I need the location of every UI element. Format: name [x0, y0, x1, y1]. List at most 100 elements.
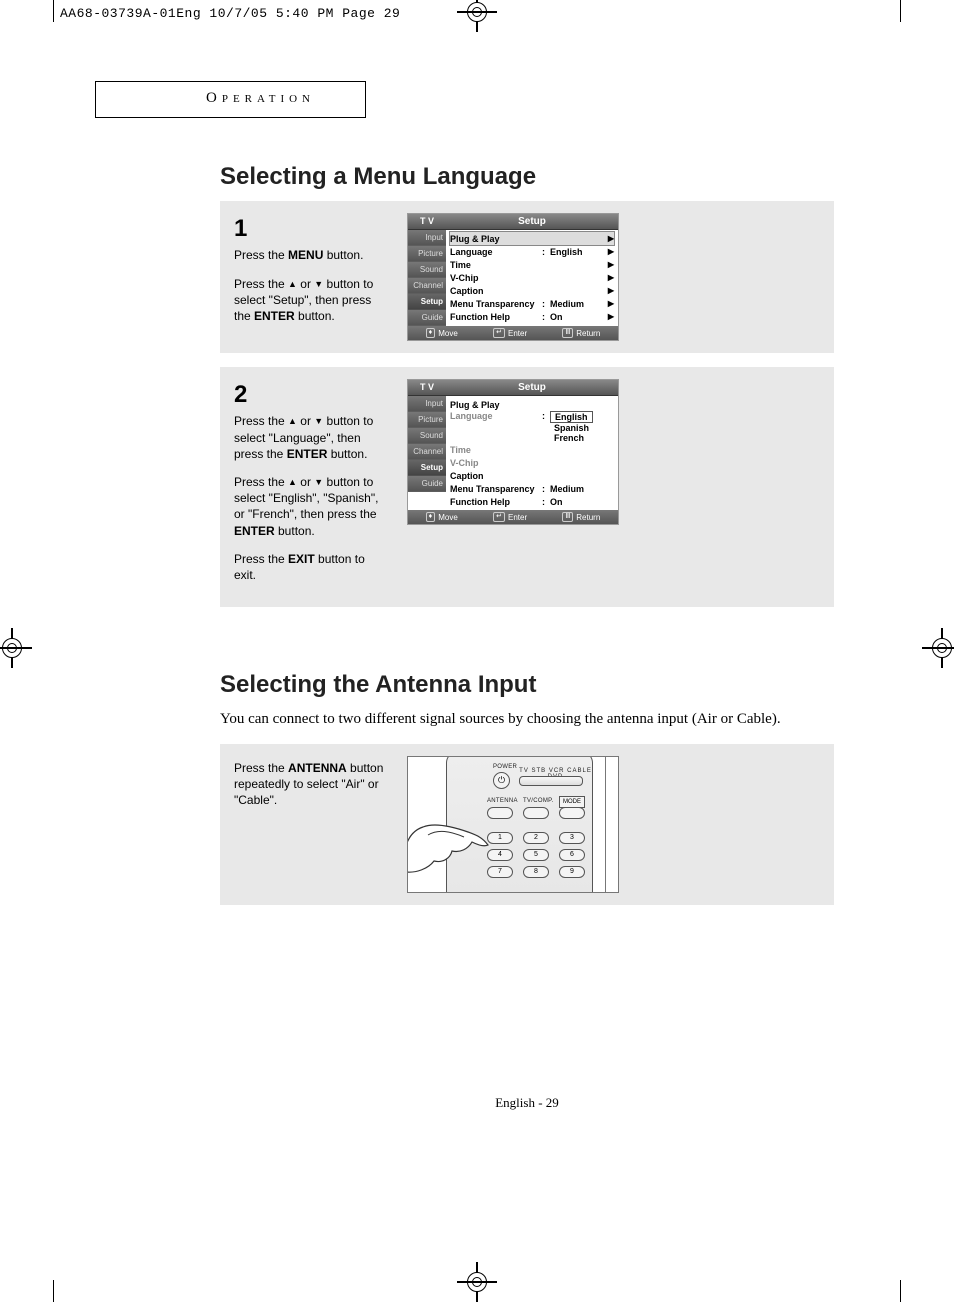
step-1-para-1: Press the MENU button. [234, 247, 389, 263]
return-icon: Ⅲ [562, 512, 573, 522]
page: Operation Selecting a Menu Language 1 Pr… [60, 81, 894, 1111]
updown-icon: ♦ [426, 328, 436, 338]
osd-row-functionhelp: Function Help:On [450, 495, 614, 508]
osd-side-guide: Guide [408, 476, 446, 492]
tvcomp-label: TV/COMP. [523, 798, 554, 804]
osd-row-caption: Caption [450, 469, 614, 482]
osd-menu-1: T V Setup Input Picture Sound Channel Se… [407, 213, 619, 341]
osd-menu-2: T V Setup Input Picture Sound Channel Se… [407, 379, 619, 525]
osd-side-picture: Picture [408, 412, 446, 428]
mode-oval-button [559, 807, 585, 819]
key-6: 6 [559, 849, 585, 861]
caret-icon: ▶ [604, 299, 614, 308]
heading-selecting-menu-language: Selecting a Menu Language [220, 163, 834, 191]
caret-icon: ▶ [604, 273, 614, 282]
osd-row-time: Time▶ [450, 258, 614, 271]
step-number: 1 [234, 213, 389, 245]
remote-illustration: POWER ⏻ TV STB VCR CABLE DVD ANTENNA TV/… [407, 756, 619, 893]
osd-footer-enter: ↵Enter [493, 512, 527, 522]
step-antenna-text: Press the ANTENNA button repeatedly to s… [234, 756, 389, 821]
down-arrow-icon: ▼ [314, 278, 323, 290]
indicator-bar [519, 776, 583, 786]
osd-row-time: Time [450, 443, 614, 456]
step-1-text: 1 Press the MENU button. Press the ▲ or … [234, 213, 389, 336]
step-antenna-para: Press the ANTENNA button repeatedly to s… [234, 760, 389, 809]
osd-row-vchip: V-Chip [450, 456, 614, 469]
crop-mark [900, 1280, 901, 1302]
up-arrow-icon: ▲ [288, 415, 297, 427]
registration-mark [465, 1270, 489, 1294]
antenna-intro-text: You can connect to two different signal … [220, 709, 834, 730]
osd-side-channel: Channel [408, 444, 446, 460]
osd-side-guide: Guide [408, 310, 446, 326]
osd-title: Setup [446, 214, 618, 229]
osd-row-caption: Caption▶ [450, 284, 614, 297]
content: Selecting a Menu Language 1 Press the ME… [220, 163, 834, 1111]
osd-titlebar: T V Setup [408, 214, 618, 230]
crop-mark [900, 0, 901, 22]
osd-option-french: French [550, 433, 588, 443]
step-2-text: 2 Press the ▲ or ▼ button to select "Lan… [234, 379, 389, 595]
page-edge [605, 757, 618, 892]
caret-icon: ▶ [604, 247, 614, 256]
osd-title: Setup [446, 380, 618, 395]
osd-side-sound: Sound [408, 262, 446, 278]
osd-row-vchip: V-Chip▶ [450, 271, 614, 284]
updown-icon: ♦ [426, 512, 436, 522]
registration-mark [930, 636, 954, 660]
key-8: 8 [523, 866, 549, 878]
hand-finger-icon [407, 787, 498, 877]
registration-mark [465, 0, 489, 24]
osd-row-transparency: Menu Transparency:Medium [450, 482, 614, 495]
osd-row-language: Language:English▶ [450, 245, 614, 258]
return-icon: Ⅲ [562, 328, 573, 338]
osd-footer-return: ⅢReturn [562, 512, 600, 522]
enter-icon: ↵ [493, 512, 505, 522]
osd-main: Plug & Play▶ Language:English▶ Time▶ V-C… [446, 230, 618, 326]
osd-row-plugplay: Plug & Play [450, 398, 614, 411]
enter-icon: ↵ [493, 328, 505, 338]
osd-footer-move: ♦Move [426, 328, 458, 338]
osd-side-input: Input [408, 230, 446, 246]
osd-row-language: Language: English Spanish French [450, 411, 614, 443]
up-arrow-icon: ▲ [288, 278, 297, 290]
osd-footer-move: ♦Move [426, 512, 458, 522]
down-arrow-icon: ▼ [314, 415, 323, 427]
step-number: 2 [234, 379, 389, 411]
power-label: POWER [493, 764, 517, 770]
osd-source-label: T V [408, 380, 446, 395]
step-2-para-1: Press the ▲ or ▼ button to select "Langu… [234, 413, 389, 462]
registration-mark [0, 636, 24, 660]
up-arrow-icon: ▲ [288, 476, 297, 488]
osd-source-label: T V [408, 214, 446, 229]
osd-side-input: Input [408, 396, 446, 412]
osd-main: Plug & Play Language: English Spanish Fr… [446, 396, 618, 510]
key-2: 2 [523, 832, 549, 844]
osd-row-transparency: Menu Transparency:Medium▶ [450, 297, 614, 310]
key-3: 3 [559, 832, 585, 844]
osd-side-setup: Setup [408, 460, 446, 476]
key-9: 9 [559, 866, 585, 878]
osd-footer: ♦Move ↵Enter ⅢReturn [408, 326, 618, 340]
step-1-para-2: Press the ▲ or ▼ button to select "Setup… [234, 276, 389, 325]
osd-side-channel: Channel [408, 278, 446, 294]
page-number: English - 29 [220, 1095, 834, 1111]
key-5: 5 [523, 849, 549, 861]
osd-sidebar: Input Picture Sound Channel Setup Guide [408, 230, 446, 326]
step-2-para-2: Press the ▲ or ▼ button to select "Engli… [234, 474, 389, 539]
step-2-para-3: Press the EXIT button to exit. [234, 551, 389, 583]
caret-icon: ▶ [604, 234, 614, 243]
caret-icon: ▶ [604, 312, 614, 321]
heading-selecting-antenna-input: Selecting the Antenna Input [220, 671, 834, 699]
crop-mark [53, 0, 54, 22]
section-tab: Operation [95, 81, 366, 118]
osd-footer: ♦Move ↵Enter ⅢReturn [408, 510, 618, 524]
osd-footer-enter: ↵Enter [493, 328, 527, 338]
caret-icon: ▶ [604, 260, 614, 269]
osd-row-plugplay: Plug & Play▶ [450, 232, 614, 245]
osd-sidebar: Input Picture Sound Channel Setup Guide [408, 396, 446, 510]
osd-side-setup: Setup [408, 294, 446, 310]
osd-row-functionhelp: Function Help:On▶ [450, 310, 614, 323]
crop-mark [53, 1280, 54, 1302]
osd-option-spanish: Spanish [550, 423, 593, 433]
